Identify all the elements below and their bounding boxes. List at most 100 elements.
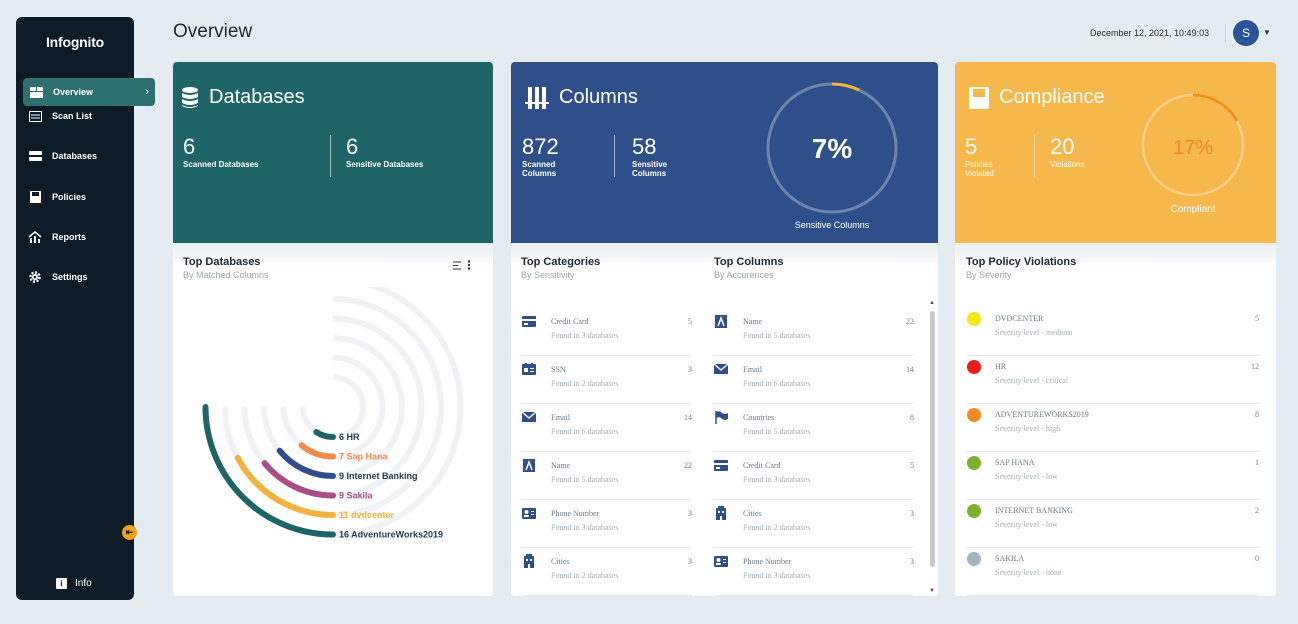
list-item[interactable]: Credit Card Found in 3 databases 5 [522, 308, 692, 356]
item-name: SAKILA [995, 554, 1025, 563]
severity-dot [967, 456, 981, 470]
violation-item[interactable]: SAKILA Severity level - none 0 [967, 548, 1259, 596]
sidebar-item-label: Databases [52, 151, 98, 161]
list-item[interactable]: Email Found in 6 databases 14 [714, 356, 914, 404]
columns-card: Columns 872 Scanned Columns 58 Sensitive… [511, 62, 938, 596]
header-divider [1225, 24, 1226, 42]
databases-hero: Databases 6 Scanned Databases 6 Sensitiv… [173, 62, 493, 243]
scanned-databases-stat: 6 Scanned Databases [183, 134, 259, 170]
item-detail: Found in 2 databases [551, 379, 619, 388]
severity-dot [967, 408, 981, 422]
sensitive-columns-gauge: 7% [766, 82, 898, 214]
scroll-down-icon[interactable]: ▼ [929, 588, 935, 594]
item-count: 3 [910, 557, 914, 566]
radial-bar-sap-hana[interactable] [298, 442, 336, 460]
sidebar-item-scan-list[interactable]: Scan List [22, 102, 128, 130]
scrollbar[interactable]: ▲ ▼ [928, 300, 936, 596]
list-item[interactable]: Phone Number Found in 3 databases 3 [714, 548, 914, 596]
email-icon [714, 362, 728, 376]
sidebar-item-label: Settings [52, 272, 88, 282]
item-detail: Severity level - none [995, 568, 1062, 577]
policies-violated-stat: 5 Policies Violated [965, 134, 994, 179]
columns-icon [525, 86, 549, 109]
item-detail: Severity level - medium [995, 328, 1073, 337]
violation-item[interactable]: DVDCENTER Severity level - medium 5 [967, 308, 1259, 356]
compliance-hero: Compliance 5 Policies Violated 20 Violat… [955, 62, 1276, 243]
scrollbar-thumb[interactable] [930, 311, 935, 567]
datetime: December 12, 2021, 10:49:03 [1090, 28, 1210, 38]
item-name: Phone Number [551, 509, 600, 518]
item-detail: Found in 5 databases [743, 427, 811, 436]
list-item[interactable]: Cities Found in 2 databases 3 [714, 500, 914, 548]
chevron-down-icon[interactable]: ▼ [1263, 28, 1271, 37]
more-options-icon[interactable] [467, 257, 471, 275]
violation-item[interactable]: SAP HANA Severity level - low 1 [967, 452, 1259, 500]
chart-label: 16 AdventureWorks2019 [339, 530, 443, 540]
list-item[interactable]: Name Found in 5 databases 22 [714, 308, 914, 356]
item-count: 14 [684, 413, 692, 422]
collapse-sidebar-button[interactable]: ⇤ [122, 525, 137, 540]
info-label: Info [75, 578, 92, 589]
list-item[interactable]: Email Found in 6 databases 14 [522, 404, 692, 452]
sensitive-databases-stat: 6 Sensitive Databases [346, 134, 424, 170]
item-name: Phone Number [743, 557, 792, 566]
email-icon [522, 410, 536, 424]
scanned-columns-stat: 872 Scanned Columns [522, 134, 559, 179]
item-detail: Found in 5 databases [551, 475, 619, 484]
item-name: Email [743, 365, 763, 374]
item-name: Credit Card [551, 317, 589, 326]
list-item[interactable]: Phone Number Found in 3 databases 3 [522, 500, 692, 548]
stat-divider [1034, 135, 1035, 177]
sensitive-columns-stat: 58 Sensitive Columns [632, 134, 668, 179]
stat-divider [330, 135, 331, 177]
app-logo: Infognito [45, 34, 105, 50]
gauge-caption: Compliant [1170, 204, 1216, 215]
item-name: Name [743, 317, 763, 326]
item-detail: Found in 5 databases [743, 331, 811, 340]
item-detail: Found in 6 databases [743, 379, 811, 388]
item-name: Credit Card [743, 461, 781, 470]
sidebar-item-reports[interactable]: Reports [22, 223, 128, 251]
violation-item[interactable]: ADVENTUREWORKS2019 Severity level - high 8 [967, 404, 1259, 452]
chart-controls [453, 257, 471, 275]
item-count: 14 [906, 365, 914, 374]
item-detail: Severity level - high [995, 424, 1061, 433]
stat-divider [614, 135, 615, 177]
severity-dot [967, 360, 981, 374]
avatar[interactable]: S [1233, 20, 1259, 46]
gauge-percent: 17% [1173, 137, 1213, 159]
list-item[interactable]: Name Found in 5 databases 22 [522, 452, 692, 500]
list-item[interactable]: Countries Found in 5 databases 8 [714, 404, 914, 452]
item-count: 22 [906, 317, 914, 326]
list-item[interactable]: Credit Card Found in 3 databases 5 [714, 452, 914, 500]
item-name: DVDCENTER [995, 314, 1044, 323]
item-detail: Severity level - critical [995, 376, 1069, 385]
gauge-caption: Sensitive Columns [794, 220, 870, 230]
item-name: INTERNET BANKING [995, 506, 1073, 515]
severity-dot [967, 312, 981, 326]
violation-item[interactable]: HR Severity level - critical 12 [967, 356, 1259, 404]
list-item[interactable]: SSN Found in 2 databases 3 [522, 356, 692, 404]
legend-toggle-icon[interactable] [453, 257, 461, 275]
info-link[interactable]: i Info [56, 578, 92, 589]
item-count: 5 [688, 317, 692, 326]
radial-bar-hr[interactable] [313, 428, 336, 440]
policy-icon [969, 86, 989, 109]
columns-title: Columns [525, 86, 638, 109]
item-count: 8 [1255, 410, 1259, 419]
contact-card-icon [522, 506, 536, 520]
violation-item[interactable]: INTERNET BANKING Severity level - low 2 [967, 500, 1259, 548]
item-count: 1 [1255, 458, 1259, 467]
sidebar-item-policies[interactable]: Policies [22, 183, 128, 211]
credit-card-icon [522, 314, 536, 328]
name-icon [522, 458, 536, 472]
top-violations-subtitle: By Severity [966, 270, 1012, 280]
chart-label: 9 Internet Banking [339, 471, 418, 481]
sidebar-item-databases[interactable]: Databases [22, 142, 128, 170]
dashboard-icon [29, 85, 43, 99]
scroll-up-icon[interactable]: ▲ [929, 300, 935, 306]
list-item[interactable]: Cities Found in 2 databases 3 [522, 548, 692, 596]
reports-icon [28, 230, 42, 244]
sidebar-item-settings[interactable]: Settings [22, 263, 128, 291]
top-categories-subtitle: By Sensitivity [521, 270, 575, 280]
